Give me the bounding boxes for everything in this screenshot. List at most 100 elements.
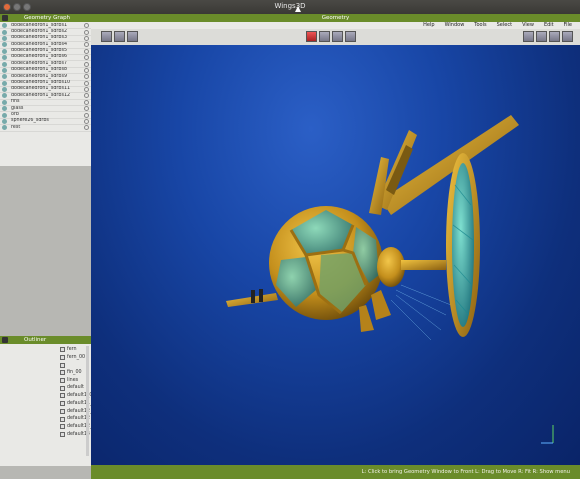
outliner-scrollbar[interactable] <box>86 346 89 456</box>
material-icon <box>60 370 65 376</box>
menu-item[interactable]: Select <box>497 22 512 29</box>
menu-bar: File Edit View Select Tools Window Help <box>91 22 580 29</box>
outliner-item[interactable]: default <box>0 384 91 392</box>
visibility-icon[interactable] <box>2 119 7 125</box>
perspective-icon[interactable] <box>536 31 547 42</box>
outliner-item[interactable]: fin_00 <box>0 369 91 377</box>
smooth-preview-icon[interactable] <box>523 31 534 42</box>
lock-icon[interactable] <box>84 23 89 29</box>
menu-item[interactable]: Tools <box>474 22 486 29</box>
material-icon <box>60 378 65 384</box>
material-icon <box>60 431 65 437</box>
lock-icon[interactable] <box>84 93 89 99</box>
visibility-icon[interactable] <box>2 42 7 48</box>
outliner-item[interactable]: fern_00 <box>0 354 91 362</box>
vertex-select-icon[interactable] <box>306 31 317 42</box>
lock-icon[interactable] <box>84 61 89 67</box>
material-icon <box>60 424 65 430</box>
visibility-icon[interactable] <box>2 99 7 105</box>
material-icon <box>60 385 65 391</box>
visibility-icon[interactable] <box>2 23 7 29</box>
outliner-item[interactable] <box>0 361 91 369</box>
edge-select-icon[interactable] <box>319 31 330 42</box>
visibility-icon[interactable] <box>2 80 7 86</box>
material-icon <box>60 355 65 361</box>
lock-icon[interactable] <box>84 42 89 48</box>
visibility-icon[interactable] <box>2 67 7 73</box>
geometry-graph-panel: Geometry Graph dodecahedron1_sdrbs1 dodec… <box>0 14 91 166</box>
material-icon <box>60 362 65 368</box>
save-icon[interactable] <box>127 31 138 42</box>
graph-list-item[interactable]: rest <box>0 124 91 132</box>
material-icon <box>60 408 65 414</box>
outliner-panel: Outliner fern fern_00 fin_00 lines default de… <box>0 336 107 466</box>
outliner-header[interactable]: Outliner <box>0 336 91 344</box>
graph-item-label: rest <box>11 124 21 130</box>
outliner-item[interactable]: default1_00 <box>0 392 95 400</box>
outliner-item-label: fin_00 <box>67 370 82 376</box>
visibility-icon[interactable] <box>2 48 7 54</box>
geometry-graph-title: Geometry Graph <box>24 15 71 21</box>
outliner-title: Outliner <box>24 337 47 343</box>
outliner-item-label: lines <box>67 377 79 383</box>
outliner-item-label: fern_00 <box>67 354 86 360</box>
lock-icon[interactable] <box>84 112 89 118</box>
outliner-item[interactable]: default11_00_00 <box>0 400 107 408</box>
visibility-icon[interactable] <box>2 106 7 112</box>
lock-icon[interactable] <box>84 55 89 61</box>
outliner-item[interactable]: default12_00_00 <box>0 423 107 431</box>
visibility-icon[interactable] <box>2 93 7 99</box>
menu-item[interactable]: View <box>522 22 534 29</box>
material-icon <box>60 416 65 422</box>
menu-item[interactable]: Help <box>423 22 434 29</box>
outliner-item[interactable]: default12 <box>0 415 91 423</box>
axes-icon[interactable] <box>549 31 560 42</box>
lock-icon[interactable] <box>84 74 89 80</box>
menu-item[interactable]: File <box>564 22 572 29</box>
visibility-icon[interactable] <box>2 61 7 67</box>
new-icon[interactable] <box>101 31 112 42</box>
lock-icon[interactable] <box>84 80 89 86</box>
visibility-icon[interactable] <box>2 87 7 93</box>
outliner-item[interactable]: lines <box>0 377 91 385</box>
outliner-item[interactable]: default14 <box>0 431 91 439</box>
lock-icon[interactable] <box>84 48 89 54</box>
lock-icon[interactable] <box>84 119 89 125</box>
lock-icon[interactable] <box>84 99 89 105</box>
toolbar <box>91 29 580 45</box>
close-icon[interactable] <box>2 15 8 21</box>
material-icon <box>60 347 65 353</box>
visibility-icon[interactable] <box>2 74 7 80</box>
visibility-icon[interactable] <box>2 125 7 131</box>
status-bar: L: Click to bring Geometry Window to Fro… <box>91 465 580 479</box>
3d-viewport[interactable] <box>91 45 580 465</box>
object-select-icon[interactable] <box>345 31 356 42</box>
geometry-graph-list: dodecahedron1_sdrbs1 dodecahedron1_sdrbs2… <box>0 22 91 132</box>
left-panel-empty-area <box>0 166 91 336</box>
outliner-item[interactable]: fern <box>0 346 91 354</box>
geometry-window-title[interactable]: Geometry <box>91 14 580 22</box>
lock-icon[interactable] <box>84 35 89 41</box>
visibility-icon[interactable] <box>2 35 7 41</box>
ground-plane-icon[interactable] <box>562 31 573 42</box>
menu-item[interactable]: Window <box>445 22 465 29</box>
material-icon <box>60 393 65 399</box>
lock-icon[interactable] <box>84 125 89 131</box>
submarine-model-render <box>226 115 554 444</box>
lock-icon[interactable] <box>84 106 89 112</box>
geometry-window[interactable]: Geometry File Edit View Select Tools Window He… <box>91 14 580 465</box>
menu-item[interactable]: Edit <box>544 22 554 29</box>
lock-icon[interactable] <box>84 29 89 35</box>
left-panel-bottom-area <box>0 466 91 479</box>
lock-icon[interactable] <box>84 87 89 93</box>
open-icon[interactable] <box>114 31 125 42</box>
visibility-icon[interactable] <box>2 112 7 118</box>
visibility-icon[interactable] <box>2 29 7 35</box>
outliner-item[interactable]: default12_00 <box>0 408 98 416</box>
lock-icon[interactable] <box>84 67 89 73</box>
outliner-list: fern fern_00 fin_00 lines default default1_00… <box>0 344 107 439</box>
close-icon[interactable] <box>2 337 8 343</box>
face-select-icon[interactable] <box>332 31 343 42</box>
geometry-graph-header[interactable]: Geometry Graph <box>0 14 91 22</box>
visibility-icon[interactable] <box>2 55 7 61</box>
